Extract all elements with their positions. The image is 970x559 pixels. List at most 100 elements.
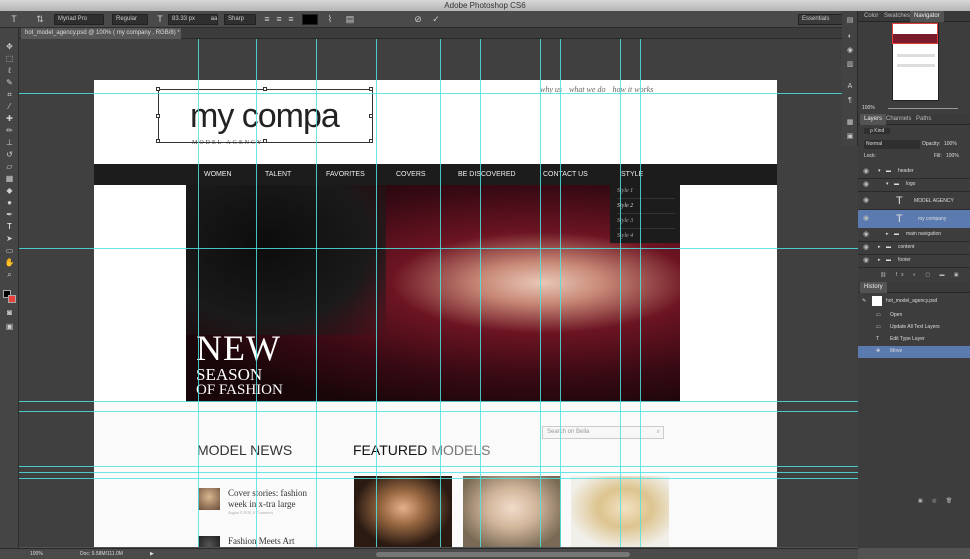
transform-handle[interactable] (369, 114, 373, 118)
search-icon[interactable]: ⌕ (657, 427, 660, 438)
guide-line[interactable] (316, 39, 317, 547)
transform-handle[interactable] (369, 87, 373, 91)
tab-history[interactable]: History (860, 282, 887, 293)
path-select-tool-icon[interactable]: ➤ (4, 234, 15, 244)
status-doc-size[interactable]: Doc: 9.58M/111.0M (80, 549, 123, 559)
disclosure-icon[interactable]: ▸ (886, 229, 889, 240)
dodge-tool-icon[interactable]: ● (4, 198, 15, 208)
align-left-icon[interactable]: ≡ (262, 14, 272, 25)
transform-handle[interactable] (263, 139, 267, 143)
nav-favorites[interactable]: FAVORITES (326, 164, 365, 185)
layer-row-selected[interactable]: ◉ Tmy company (858, 210, 970, 228)
guide-line[interactable] (620, 39, 621, 547)
guide-line[interactable] (540, 39, 541, 547)
layer-row[interactable]: ◉ T MODEL AGENCY (858, 192, 970, 210)
layer-row[interactable]: ◉ ▸ ▬ footer (858, 255, 970, 268)
guide-line[interactable] (19, 478, 858, 479)
history-panel-icon[interactable]: ▤ (845, 17, 855, 25)
guide-line[interactable] (640, 39, 641, 547)
history-step[interactable]: T Edit Type Layer (858, 334, 970, 346)
navigator-zoom[interactable]: 100% (862, 105, 875, 111)
background-color-swatch[interactable] (8, 295, 16, 303)
character-icon[interactable]: A (845, 83, 855, 91)
transform-handle[interactable] (156, 139, 160, 143)
layer-row[interactable]: ◉ ▾ ▬ header (858, 166, 970, 179)
layer-row[interactable]: ◉ ▸ ▬ main navigation (858, 229, 970, 242)
nav-covers[interactable]: COVERS (396, 164, 426, 185)
blend-mode-select[interactable]: Normal (864, 140, 920, 149)
type-tool-preset-icon[interactable]: T (8, 14, 20, 25)
disclosure-icon[interactable]: ▸ (878, 255, 881, 266)
disclosure-icon[interactable]: ▾ (886, 179, 889, 190)
news-title[interactable]: Cover stories: fashion week in x-tra lar… (228, 488, 318, 510)
history-step[interactable]: ▭ Update All Text Layers (858, 322, 970, 334)
marquee-tool-icon[interactable]: ⬚ (4, 54, 15, 64)
properties-icon[interactable]: ▥ (845, 61, 855, 69)
crop-tool-icon[interactable]: ⌗ (4, 90, 15, 100)
history-snapshot[interactable]: ✎ hot_model_agency.psd (858, 294, 970, 308)
brush-tool-icon[interactable]: ✏ (4, 126, 15, 136)
screen-mode-icon[interactable]: ▣ (4, 322, 15, 332)
history-brush-tool-icon[interactable]: ↺ (4, 150, 15, 160)
character-panel-icon[interactable]: ▤ (344, 14, 356, 25)
nav-contact-us[interactable]: CONTACT US (543, 164, 588, 185)
align-center-icon[interactable]: ≡ (274, 14, 284, 25)
guide-line[interactable] (376, 39, 377, 547)
eye-icon[interactable]: ◉ (863, 229, 869, 240)
news-title[interactable]: Fashion Meets Art (228, 536, 295, 547)
warp-text-icon[interactable]: ⌇ (324, 14, 336, 25)
guide-line[interactable] (256, 39, 257, 547)
news-item[interactable]: Fashion Meets Art (198, 536, 318, 547)
align-right-icon[interactable]: ≡ (286, 14, 296, 25)
history-step-current[interactable]: ✥ Move (858, 346, 970, 358)
transform-handle[interactable] (156, 87, 160, 91)
layers-kind-select[interactable]: ρ Kind (864, 128, 891, 134)
clone-stamp-tool-icon[interactable]: ⊥ (4, 138, 15, 148)
quick-mask-icon[interactable]: ◙ (4, 308, 15, 318)
guide-line[interactable] (19, 93, 858, 94)
text-color-swatch[interactable] (302, 14, 318, 25)
zoom-tool-icon[interactable]: ⌕ (4, 270, 15, 280)
eye-icon[interactable]: ◉ (863, 192, 869, 210)
eye-icon[interactable]: ◉ (863, 166, 869, 177)
navigator-view-box[interactable] (892, 23, 938, 44)
disclosure-icon[interactable]: ▸ (878, 242, 881, 253)
eye-icon[interactable]: ◉ (863, 210, 869, 228)
shape-tool-icon[interactable]: ▭ (4, 246, 15, 256)
transform-bounding-box[interactable] (156, 87, 373, 143)
transform-handle[interactable] (369, 139, 373, 143)
guide-line[interactable] (19, 411, 858, 412)
status-arrow-icon[interactable]: ▶ (150, 549, 154, 559)
quick-select-tool-icon[interactable]: ✎ (4, 78, 15, 88)
tab-paths[interactable]: Paths (912, 114, 935, 125)
guide-line[interactable] (440, 39, 441, 547)
layer-comps-icon[interactable]: ▦ (845, 119, 855, 127)
guide-line[interactable] (198, 39, 199, 547)
news-item[interactable]: Cover stories: fashion week in x-tra lar… (198, 488, 318, 518)
transform-handle[interactable] (156, 114, 160, 118)
style-option[interactable]: Style 3 (617, 214, 675, 229)
eyedropper-tool-icon[interactable]: ⁄ (4, 102, 15, 112)
font-family-select[interactable]: Myriad Pro (54, 14, 104, 25)
guide-line[interactable] (480, 39, 481, 547)
commit-edit-icon[interactable]: ✓ (430, 14, 442, 25)
antialias-select[interactable]: Sharp (224, 14, 256, 25)
eraser-tool-icon[interactable]: ▱ (4, 162, 15, 172)
opacity-value[interactable]: 100% (944, 139, 957, 150)
featured-model-photo[interactable] (354, 476, 452, 547)
guide-line[interactable] (19, 466, 858, 467)
paragraph-icon[interactable]: ¶ (845, 97, 855, 105)
nav-women[interactable]: WOMEN (204, 164, 232, 185)
lasso-tool-icon[interactable]: ℓ (4, 66, 15, 76)
guide-line[interactable] (19, 248, 858, 249)
text-orientation-icon[interactable]: ⇅ (34, 14, 46, 25)
move-tool-icon[interactable]: ✥ (4, 42, 15, 52)
style-option[interactable]: Style 4 (617, 229, 675, 244)
fill-value[interactable]: 100% (946, 151, 959, 162)
navigator-zoom-slider[interactable] (888, 108, 958, 109)
info-icon[interactable]: ▣ (845, 133, 855, 141)
guide-line[interactable] (19, 401, 858, 402)
tab-navigator[interactable]: Navigator (910, 11, 944, 22)
font-style-select[interactable]: Regular (112, 14, 148, 25)
transform-handle[interactable] (263, 87, 267, 91)
